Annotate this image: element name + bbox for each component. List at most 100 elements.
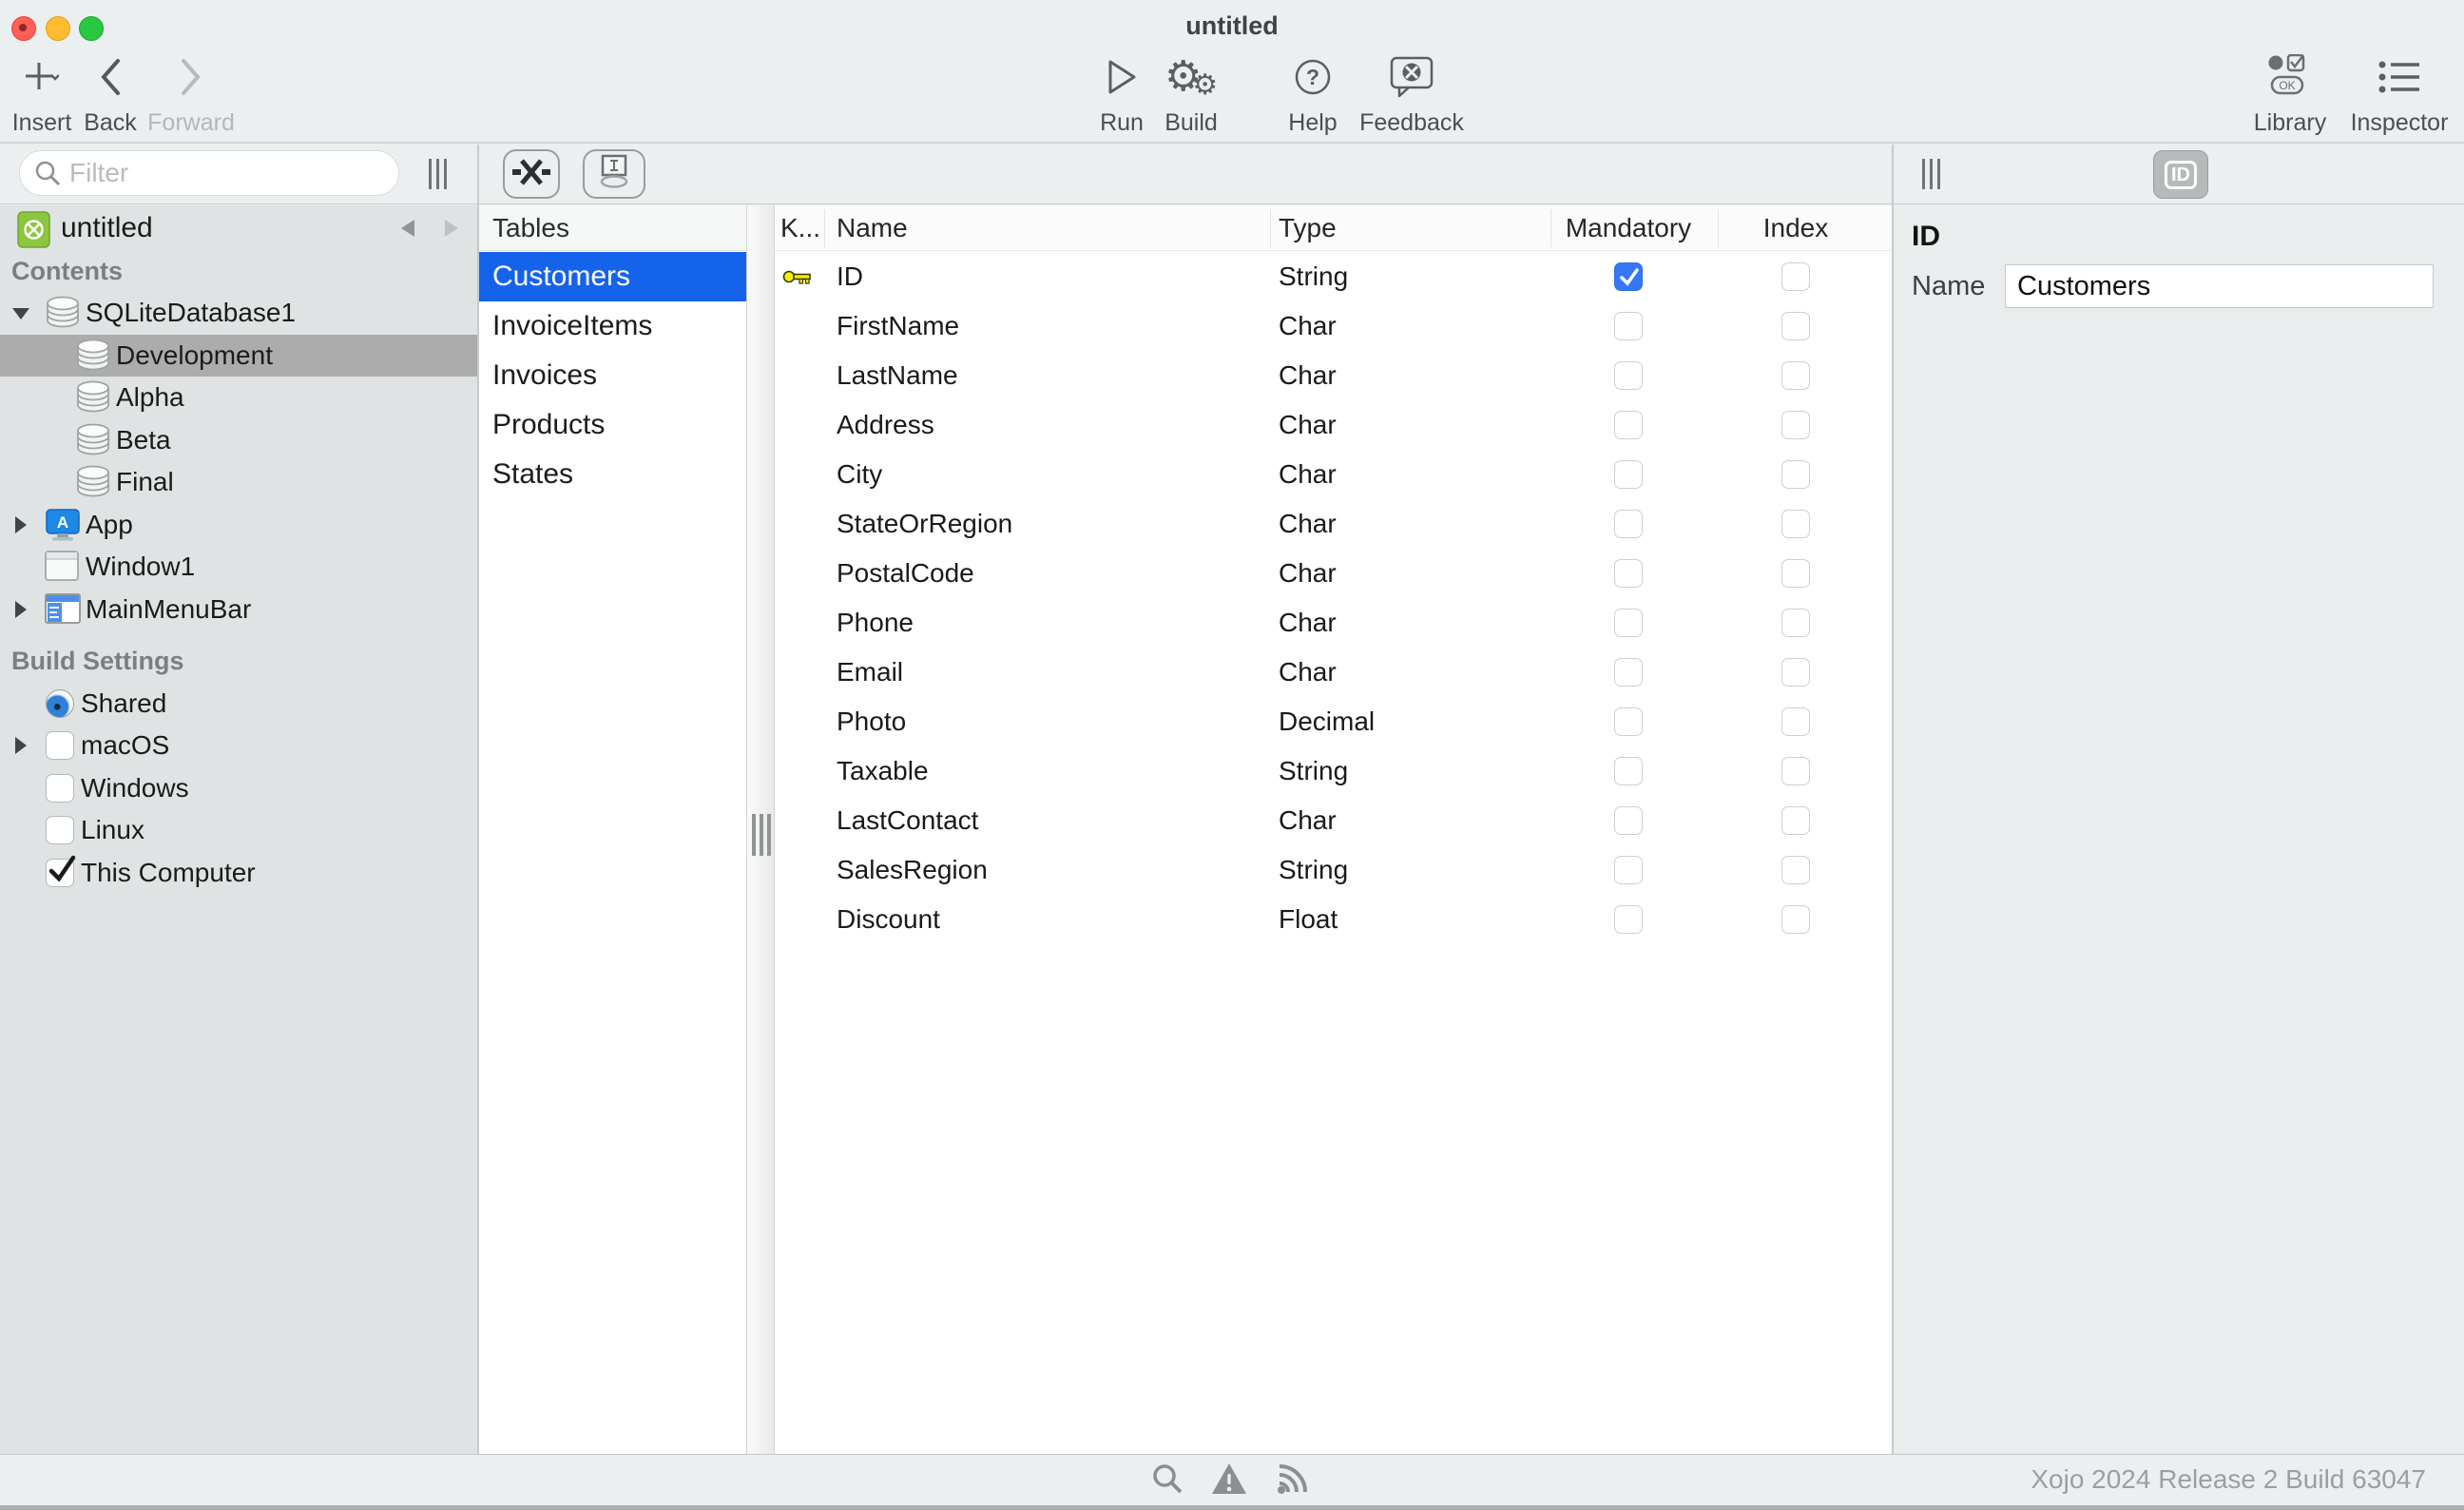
field-row-lastcontact[interactable]: LastContactChar [775,796,1892,845]
this-computer-checkbox[interactable] [46,859,74,887]
sidebar-item-windows[interactable]: Windows [0,767,477,810]
table-name-input[interactable] [2005,264,2434,308]
index-checkbox[interactable] [1781,658,1810,687]
field-row-email[interactable]: EmailChar [775,648,1892,697]
table-item-states[interactable]: States [479,450,746,499]
column-header-type[interactable]: Type [1279,205,1337,251]
column-header-mandatory[interactable]: Mandatory [1566,205,1691,251]
mandatory-checkbox[interactable] [1614,905,1643,934]
shared-radio[interactable] [46,689,74,718]
field-row-firstname[interactable]: FirstNameChar [775,301,1892,351]
field-row-photo[interactable]: PhotoDecimal [775,697,1892,746]
feed-button[interactable] [1273,1461,1313,1500]
field-row-postalcode[interactable]: PostalCodeChar [775,549,1892,598]
column-header-index[interactable]: Index [1763,205,1829,251]
linux-checkbox[interactable] [46,816,74,844]
panel-splitter[interactable] [746,205,775,1454]
mandatory-checkbox[interactable] [1614,312,1643,340]
inspector-divider[interactable] [1892,145,1894,1454]
id-tab-button[interactable]: ID [2153,150,2208,199]
index-checkbox[interactable] [1781,312,1810,340]
disclosure-right-icon[interactable] [15,737,27,754]
table-item-customers[interactable]: Customers [479,252,746,301]
index-checkbox[interactable] [1781,262,1810,291]
mandatory-checkbox[interactable] [1614,361,1643,390]
xojo-project-icon [17,211,55,247]
index-checkbox[interactable] [1781,609,1810,637]
field-type: Char [1279,549,1337,598]
find-button[interactable] [1147,1461,1187,1500]
column-header-key[interactable]: K... [780,205,820,251]
sidebar-width-handle[interactable] [429,159,449,189]
column-header-name[interactable]: Name [837,205,908,251]
index-checkbox[interactable] [1781,806,1810,835]
mandatory-checkbox[interactable] [1614,609,1643,637]
windows-checkbox[interactable] [46,774,74,803]
fields-grid: K... Name Type Mandatory Index IDStringF… [775,205,1892,1454]
nav-back-icon[interactable] [401,220,414,237]
sidebar-item-label: macOS [81,725,169,767]
sidebar-item-development[interactable]: Development [0,335,477,378]
macos-checkbox[interactable] [46,731,74,760]
mandatory-checkbox[interactable] [1614,411,1643,439]
mandatory-checkbox[interactable] [1614,806,1643,835]
sidebar-item-final[interactable]: Final [0,461,477,504]
field-row-city[interactable]: CityChar [775,450,1892,499]
index-checkbox[interactable] [1781,757,1810,785]
forward-button[interactable]: Forward [125,49,258,137]
field-row-phone[interactable]: PhoneChar [775,598,1892,648]
mandatory-checkbox[interactable] [1614,559,1643,588]
sidebar-divider[interactable] [477,145,479,1454]
field-row-taxable[interactable]: TaxableString [775,746,1892,796]
disclosure-right-icon[interactable] [15,516,27,533]
sidebar-item-linux[interactable]: Linux [0,809,477,852]
table-item-invoices[interactable]: Invoices [479,351,746,400]
window-icon [44,550,82,586]
table-item-invoiceitems[interactable]: InvoiceItems [479,301,746,351]
index-checkbox[interactable] [1781,460,1810,489]
sidebar-item-beta[interactable]: Beta [0,419,477,462]
field-row-discount[interactable]: DiscountFloat [775,895,1892,944]
sidebar-item-sqlitedatabase1[interactable]: SQLiteDatabase1 [0,292,477,335]
disclosure-down-icon[interactable] [12,308,29,319]
sidebar-item-alpha[interactable]: Alpha [0,377,477,419]
index-checkbox[interactable] [1781,905,1810,934]
feedback-button[interactable]: Feedback [1345,49,1478,137]
mandatory-checkbox[interactable] [1614,856,1643,884]
index-checkbox[interactable] [1781,856,1810,884]
filter-input[interactable] [19,150,399,196]
warnings-button[interactable] [1209,1461,1249,1500]
mandatory-checkbox[interactable] [1614,707,1643,736]
data-editor-button[interactable] [583,149,645,199]
sidebar-item-untitled[interactable]: untitled [0,207,477,250]
inspector-width-handle[interactable] [1922,159,1942,189]
build-button[interactable]: ⚙⚙ Build [1125,49,1258,137]
table-item-products[interactable]: Products [479,400,746,450]
mandatory-checkbox[interactable] [1614,757,1643,785]
index-checkbox[interactable] [1781,510,1810,538]
disconnect-database-button[interactable] [503,149,560,199]
nav-forward-icon[interactable] [445,220,458,237]
index-checkbox[interactable] [1781,707,1810,736]
mandatory-checkbox[interactable] [1614,460,1643,489]
mandatory-checkbox[interactable] [1614,510,1643,538]
field-row-salesregion[interactable]: SalesRegionString [775,845,1892,895]
sidebar-item-this-computer[interactable]: This Computer [0,852,477,895]
sidebar-item-app[interactable]: AApp [0,504,477,547]
disclosure-right-icon[interactable] [15,601,27,618]
sidebar-item-mainmenubar[interactable]: MainMenuBar [0,589,477,631]
mandatory-checkbox[interactable] [1614,658,1643,687]
index-checkbox[interactable] [1781,361,1810,390]
inspector-label: Inspector [2333,109,2464,137]
field-row-stateorregion[interactable]: StateOrRegionChar [775,499,1892,549]
field-row-lastname[interactable]: LastNameChar [775,351,1892,400]
inspector-button[interactable]: Inspector [2333,49,2464,137]
mandatory-checkbox[interactable] [1614,262,1643,291]
sidebar-item-macos[interactable]: macOS [0,725,477,767]
field-row-address[interactable]: AddressChar [775,400,1892,450]
index-checkbox[interactable] [1781,411,1810,439]
sidebar-item-shared[interactable]: Shared [0,683,477,726]
field-row-id[interactable]: IDString [775,252,1892,301]
sidebar-item-window1[interactable]: Window1 [0,546,477,589]
index-checkbox[interactable] [1781,559,1810,588]
